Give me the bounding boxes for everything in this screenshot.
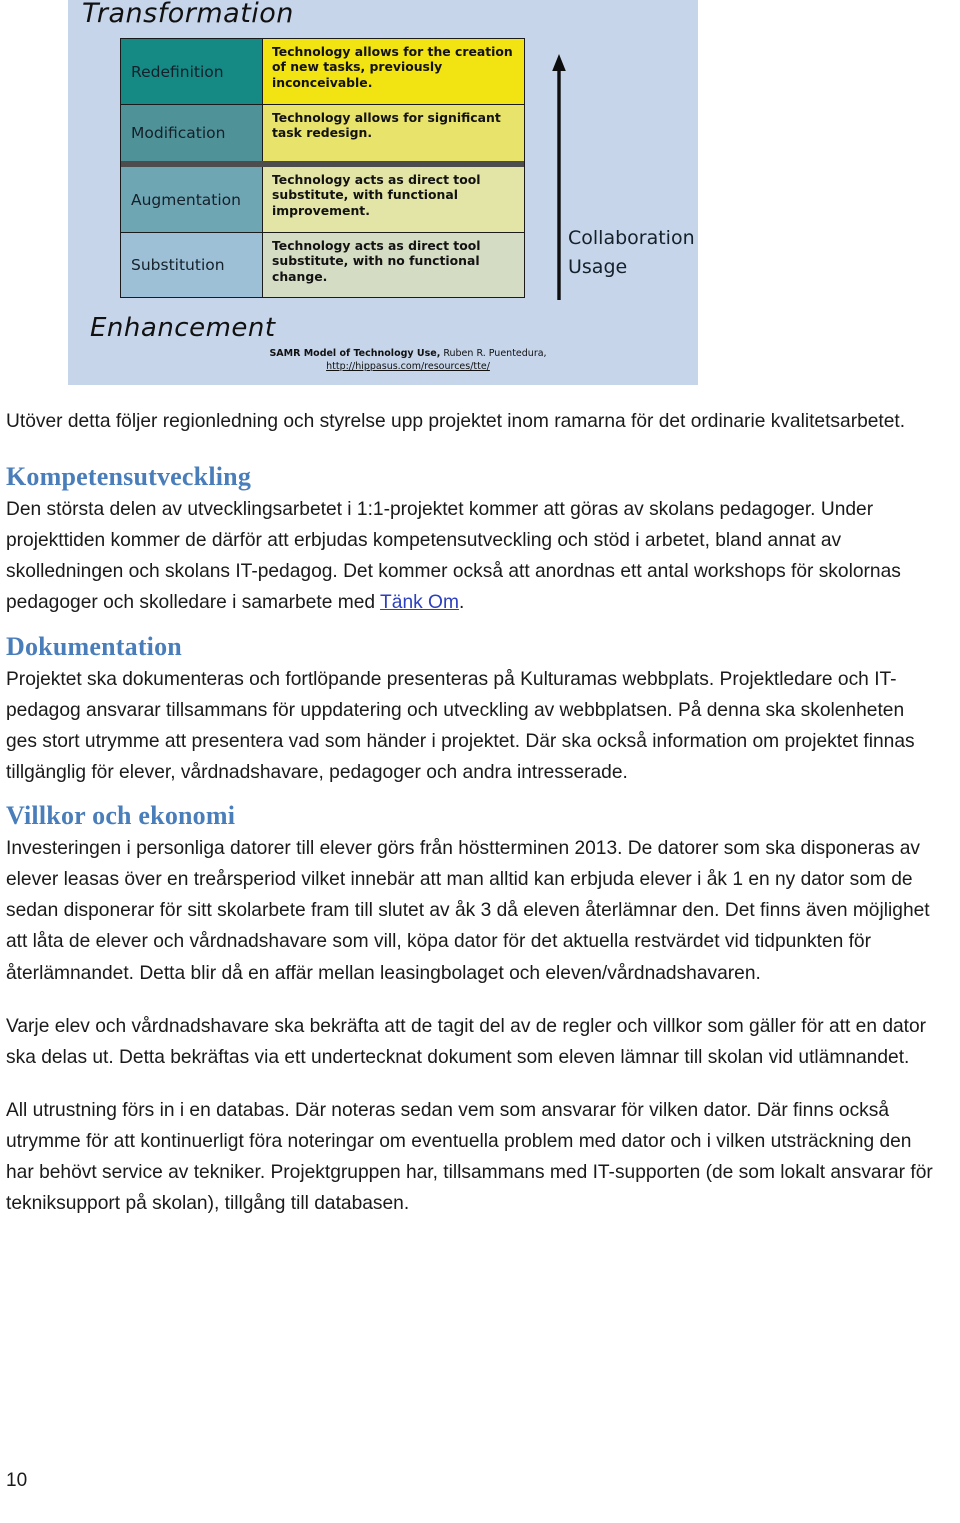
kompetensutveckling-paragraph: Den största delen av utvecklingsarbetet … <box>6 494 936 618</box>
samr-model-figure: Transformation Redefinition Technology a… <box>68 0 698 385</box>
samr-description-redefinition: Technology allows for the creation of ne… <box>263 39 524 104</box>
page-title-villkor-och-ekonomi: Villkor och ekonomi <box>6 801 236 831</box>
samr-side-label-usage: Usage <box>568 255 628 278</box>
upward-arrow-icon <box>552 54 566 300</box>
document-body: Utöver detta följer regionledning och st… <box>0 406 960 1219</box>
table-row: Redefinition Technology allows for the c… <box>121 39 524 105</box>
samr-enhancement-label: Enhancement <box>90 313 276 343</box>
samr-side-labels: Collaboration Usage <box>568 224 695 281</box>
page-title-dokumentation: Dokumentation <box>6 631 182 661</box>
samr-table: Redefinition Technology allows for the c… <box>120 38 525 298</box>
samr-credit-url: http://hippasus.com/resources/tte/ <box>326 360 490 372</box>
intro-paragraph: Utöver detta följer regionledning och st… <box>6 411 906 432</box>
page-title-kompetensutveckling: Kompetensutveckling <box>6 462 252 492</box>
villkor-paragraph-1: Investeringen i personliga datorer till … <box>6 838 930 984</box>
samr-description-augmentation: Technology acts as direct tool substitut… <box>263 167 524 232</box>
samr-credit-author: Ruben R. Puentedura, <box>440 348 547 359</box>
tank-om-link[interactable]: Tänk Om <box>380 592 459 613</box>
samr-description-modification: Technology allows for significant task r… <box>263 105 524 161</box>
samr-level-modification: Modification <box>121 105 263 161</box>
samr-level-augmentation: Augmentation <box>121 167 263 232</box>
samr-level-redefinition: Redefinition <box>121 39 263 104</box>
table-row: Modification Technology allows for signi… <box>121 105 524 167</box>
table-row: Augmentation Technology acts as direct t… <box>121 167 524 233</box>
villkor-paragraph-3: All utrustning förs in i en databas. Där… <box>6 1099 933 1215</box>
samr-level-substitution: Substitution <box>121 233 263 297</box>
page-number: 10 <box>6 1470 28 1491</box>
kompetensutveckling-text-part2: . <box>458 592 465 614</box>
table-row: Substitution Technology acts as direct t… <box>121 233 524 297</box>
villkor-paragraph-2: Varje elev och vårdnadshavare ska bekräf… <box>6 1015 927 1068</box>
samr-credit: SAMR Model of Technology Use, Ruben R. P… <box>218 348 598 374</box>
samr-description-substitution: Technology acts as direct tool substitut… <box>263 233 524 297</box>
samr-transformation-label: Transformation <box>82 0 294 29</box>
samr-credit-title: SAMR Model of Technology Use, <box>269 348 441 359</box>
dokumentation-paragraph: Projektet ska dokumenteras och fortlöpan… <box>6 668 915 783</box>
samr-side-label-collaboration: Collaboration <box>568 227 695 249</box>
